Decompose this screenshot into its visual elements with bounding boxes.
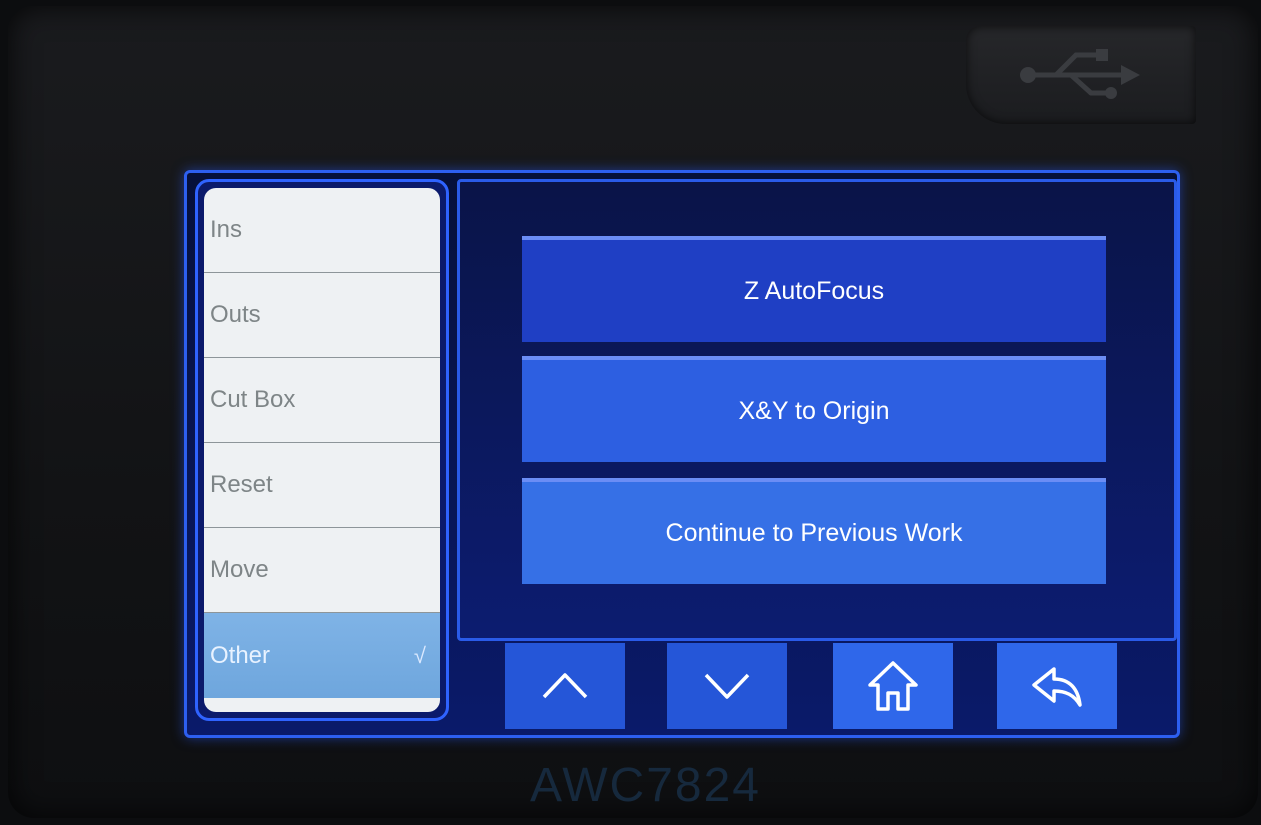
usb-icon [1020,49,1140,99]
button-label: Z AutoFocus [743,276,885,305]
chevron-up-icon [542,673,588,699]
action-panel: Z AutoFocus X&Y to Origin Continue to Pr… [457,179,1177,641]
sidebar-item-label: Move [210,556,269,583]
model-label: AWC7824 [530,759,761,812]
back-icon [1032,667,1082,707]
sidebar-item-label: Other [210,641,271,669]
sidebar-item-label: Outs [210,301,261,328]
button-label: Continue to Previous Work [665,518,963,547]
controller-device: Ins Outs Cut Box Reset Move Other √ Z Au… [8,6,1258,818]
sidebar-item-label: Cut Box [210,386,296,413]
sidebar-item-label: Ins [210,216,243,243]
touch-screen: Ins Outs Cut Box Reset Move Other √ Z Au… [184,170,1180,738]
usb-port [966,26,1196,124]
check-mark-icon: √ [413,642,426,668]
xy-to-origin-button[interactable]: X&Y to Origin [522,356,1106,462]
scroll-down-button[interactable] [667,643,787,729]
sidebar-item-ins[interactable]: Ins [204,188,440,273]
sidebar-item-label: Reset [210,471,273,498]
chevron-down-icon [704,673,750,699]
z-autofocus-button[interactable]: Z AutoFocus [522,236,1106,342]
back-button[interactable] [997,643,1117,729]
sidebar-item-cut-box[interactable]: Cut Box [204,358,440,443]
scroll-up-button[interactable] [505,643,625,729]
sidebar-item-reset[interactable]: Reset [204,443,440,528]
home-icon [868,661,918,711]
sidebar-list: Ins Outs Cut Box Reset Move Other √ [204,188,440,712]
home-button[interactable] [833,643,953,729]
button-label: X&Y to Origin [738,396,890,425]
continue-previous-work-button[interactable]: Continue to Previous Work [522,478,1106,584]
sidebar-item-move[interactable]: Move [204,528,440,613]
sidebar-menu: Ins Outs Cut Box Reset Move Other √ [195,179,449,721]
sidebar-item-outs[interactable]: Outs [204,273,440,358]
sidebar-item-other[interactable]: Other √ [204,613,440,698]
